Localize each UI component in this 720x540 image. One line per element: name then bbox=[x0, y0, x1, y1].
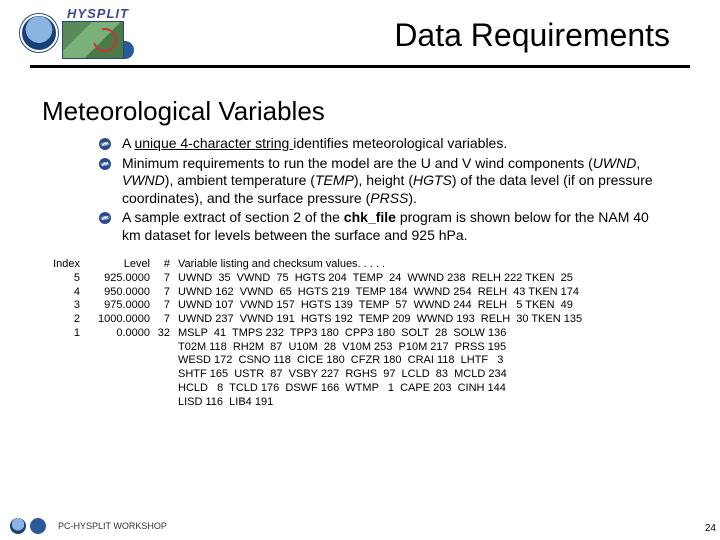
slide-footer: PC-HYSPLIT WORKSHOP bbox=[0, 518, 720, 534]
bullet-icon bbox=[98, 137, 112, 151]
data-table: Index 5 4 3 2 1 Level 925.0000 950.0000 … bbox=[42, 258, 720, 409]
logo-block: HYSPLIT bbox=[20, 6, 134, 59]
col-values: 7 7 7 7 32 bbox=[158, 272, 170, 339]
text-fragment: Minimum requirements to run the model ar… bbox=[122, 155, 593, 171]
text-fragment: , bbox=[636, 155, 640, 171]
underlined-phrase: unique 4-character string bbox=[134, 135, 293, 151]
program-name: chk_file bbox=[344, 209, 396, 225]
count-column: # 7 7 7 7 32 bbox=[150, 258, 170, 409]
col-values: 925.0000 950.0000 975.0000 1000.0000 0.0… bbox=[98, 272, 150, 339]
title-divider bbox=[30, 65, 690, 68]
text-fragment: A sample extract of section 2 of the bbox=[122, 209, 344, 225]
slide-header: HYSPLIT Data Requirements bbox=[0, 0, 720, 59]
var-name: TEMP bbox=[315, 172, 354, 188]
col-header: Level bbox=[124, 258, 150, 270]
footer-text: PC-HYSPLIT WORKSHOP bbox=[58, 521, 167, 531]
var-name: HGTS bbox=[413, 172, 452, 188]
var-name: VWND bbox=[122, 172, 165, 188]
bullet-icon bbox=[98, 211, 112, 225]
bullet-text: A unique 4-character string identifies m… bbox=[122, 135, 670, 153]
bullet-text: A sample extract of section 2 of the chk… bbox=[122, 209, 670, 244]
level-column: Level 925.0000 950.0000 975.0000 1000.00… bbox=[80, 258, 150, 409]
bullet-list: A unique 4-character string identifies m… bbox=[98, 135, 670, 244]
bullet-text: Minimum requirements to run the model ar… bbox=[122, 155, 670, 208]
text-fragment: identifies meteorological variables. bbox=[293, 135, 507, 151]
noaa-logo-icon bbox=[20, 14, 58, 52]
index-column: Index 5 4 3 2 1 bbox=[42, 258, 80, 409]
product-label: HYSPLIT bbox=[67, 6, 129, 21]
hysplit-logo-group: HYSPLIT bbox=[62, 6, 134, 59]
col-header: Index bbox=[53, 258, 80, 270]
arl-mini-icon bbox=[30, 518, 46, 534]
bullet-item: A unique 4-character string identifies m… bbox=[98, 135, 670, 153]
map-graphic-icon bbox=[62, 21, 124, 59]
bullet-item: Minimum requirements to run the model ar… bbox=[98, 155, 670, 208]
noaa-mini-icon bbox=[10, 518, 26, 534]
text-fragment: A bbox=[122, 135, 134, 151]
var-name: PRSS bbox=[370, 190, 408, 206]
var-name: UWND bbox=[593, 155, 637, 171]
bullet-item: A sample extract of section 2 of the chk… bbox=[98, 209, 670, 244]
variable-column: Variable listing and checksum values. . … bbox=[170, 258, 582, 409]
page-number: 24 bbox=[705, 523, 716, 534]
slide-title: Data Requirements bbox=[134, 11, 700, 54]
col-header: Variable listing and checksum values. . … bbox=[178, 258, 385, 270]
text-fragment: ), ambient temperature ( bbox=[165, 172, 315, 188]
text-fragment: ), height ( bbox=[354, 172, 413, 188]
bullet-icon bbox=[98, 157, 112, 171]
col-values: UWND 35 VWND 75 HGTS 204 TEMP 24 WWND 23… bbox=[178, 272, 582, 408]
text-fragment: ). bbox=[408, 190, 417, 206]
section-heading: Meteorological Variables bbox=[42, 96, 720, 127]
